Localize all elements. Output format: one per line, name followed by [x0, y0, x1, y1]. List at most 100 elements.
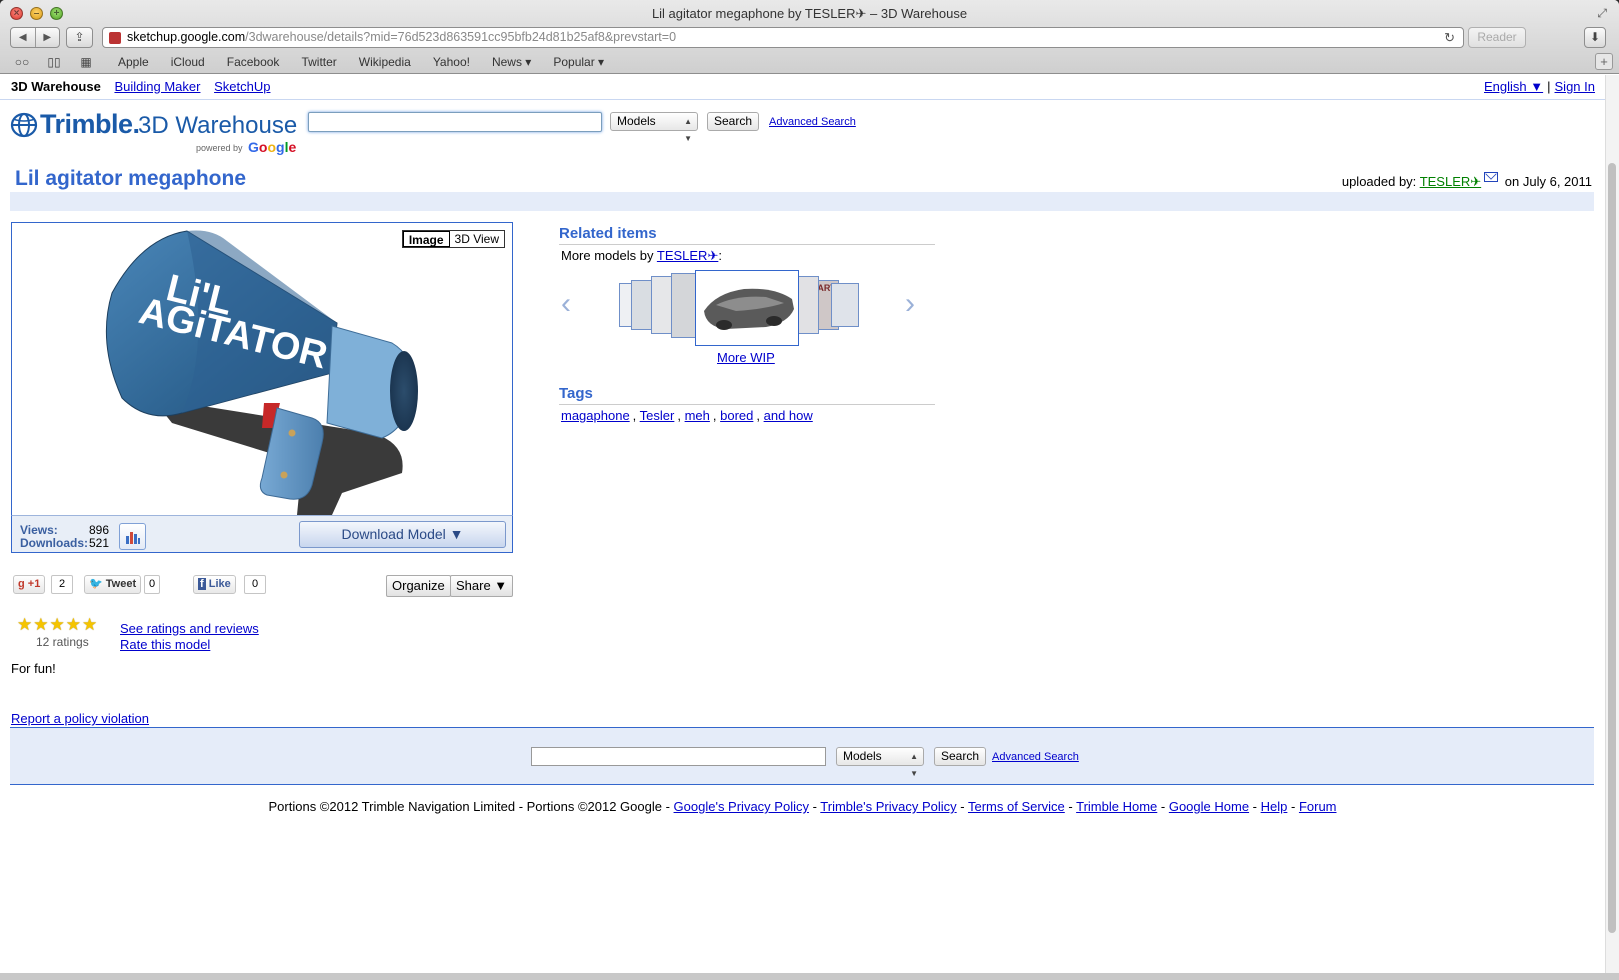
footer-category-select[interactable]: Models ▲ ▼ [836, 747, 924, 778]
search-category-value: Models [617, 114, 656, 128]
views-label: Views: [20, 523, 58, 537]
share-button[interactable]: Share ▼ [450, 575, 514, 597]
report-violation-link[interactable]: Report a policy violation [11, 711, 149, 726]
ratings-count: 12 ratings [36, 635, 89, 649]
trimble-privacy-link[interactable]: Trimble's Privacy Policy [820, 799, 956, 814]
tweet-button[interactable]: 🐦 Tweet [84, 575, 142, 594]
uploaded-by: uploaded by: TESLER✈ on July 6, 2011 [1341, 172, 1592, 190]
scrollbar-thumb[interactable] [1608, 163, 1616, 933]
featured-related-link[interactable]: More WIP [717, 350, 775, 365]
google-plus-count: 2 [51, 575, 73, 594]
bookmarks-bar: ○○ ▯▯ ▦ Apple iCloud Facebook Twitter Wi… [0, 51, 1619, 73]
mail-icon[interactable] [1484, 172, 1499, 182]
model-preview: Image 3D View Li'L AGiTATOR [11, 222, 513, 553]
related-thumb-featured[interactable] [695, 270, 799, 346]
address-bar[interactable]: sketchup.google.com/3dwarehouse/details?… [102, 27, 1464, 48]
car-thumbnail [704, 288, 794, 330]
footer-advanced-search-link[interactable]: Advanced Search [992, 751, 1079, 763]
select-arrow-icon: ▲ ▼ [910, 752, 918, 778]
search-input[interactable] [308, 112, 602, 132]
vertical-scrollbar[interactable] [1605, 75, 1619, 980]
stats-chart-button[interactable] [119, 523, 146, 550]
model-description: For fun! [11, 661, 56, 676]
new-tab-plus-icon[interactable]: + [1595, 53, 1613, 70]
tag-link[interactable]: magaphone [561, 408, 630, 423]
bookmark-popular-folder[interactable]: Popular ▾ [553, 55, 604, 69]
search-category-select[interactable]: Models ▲ ▼ [610, 112, 698, 143]
help-link[interactable]: Help [1261, 799, 1288, 814]
bookmark-yahoo[interactable]: Yahoo! [433, 55, 470, 69]
tag-link[interactable]: meh [685, 408, 710, 423]
google-home-link[interactable]: Google Home [1169, 799, 1249, 814]
carousel-next-arrow-icon[interactable]: › [905, 287, 915, 321]
uploaded-by-label: uploaded by: [1341, 174, 1417, 189]
bookmark-facebook[interactable]: Facebook [227, 55, 280, 69]
bookmark-news-folder[interactable]: News ▾ [492, 55, 531, 69]
back-button[interactable]: ◀ [11, 28, 36, 47]
top-sites-grid-icon[interactable]: ▦ [76, 55, 96, 69]
tweet-label: Tweet [105, 578, 137, 590]
language-selector[interactable]: English ▼ [1484, 79, 1543, 94]
tag-separator: , [756, 408, 764, 423]
bookmark-twitter[interactable]: Twitter [301, 55, 336, 69]
carousel-prev-arrow-icon[interactable]: ‹ [561, 287, 571, 321]
related-thumb[interactable] [831, 283, 859, 327]
fullscreen-icon[interactable]: ⤢ [1597, 6, 1607, 21]
downloads-button[interactable]: ⬇ [1584, 27, 1606, 48]
sign-in-link[interactable]: Sign In [1555, 79, 1595, 94]
separator: | [1547, 79, 1551, 94]
facebook-like-button[interactable]: f Like [193, 575, 236, 594]
bookmarks-book-icon[interactable]: ▯▯ [44, 55, 64, 69]
tag-link[interactable]: and how [764, 408, 813, 423]
rate-model-link[interactable]: Rate this model [120, 637, 210, 652]
see-ratings-link[interactable]: See ratings and reviews [120, 621, 259, 636]
url-path: /3dwarehouse/details?mid=76d523d863591cc… [245, 30, 677, 44]
reader-button[interactable]: Reader [1468, 27, 1526, 48]
model-stats-bar: Views: 896 Downloads: 521 Download Model… [11, 515, 513, 553]
footer-search-input[interactable] [531, 747, 826, 766]
uploader-link[interactable]: TESLER✈ [1420, 174, 1481, 189]
nav-building-maker[interactable]: Building Maker [114, 79, 200, 94]
page-title: Lil agitator megaphone [15, 167, 247, 190]
trimble-home-link[interactable]: Trimble Home [1076, 799, 1157, 814]
window-bottom-edge [0, 973, 1619, 980]
plus-one-label: +1 [27, 578, 41, 590]
share-page-button[interactable]: ⇪ [66, 27, 93, 48]
logo-google: Google [248, 139, 297, 155]
google-plus-one-button[interactable]: g +1 [13, 575, 46, 594]
tag-link[interactable]: bored [720, 408, 753, 423]
footer-links: Portions ©2012 Trimble Navigation Limite… [268, 799, 1337, 814]
related-carousel: ‹ ARY › More WIP [559, 270, 935, 365]
downloads-label: Downloads: [20, 536, 88, 550]
google-privacy-link[interactable]: Google's Privacy Policy [674, 799, 809, 814]
top-navigation: 3D Warehouse Building Maker SketchUp [11, 79, 280, 94]
reload-icon[interactable]: ↻ [1444, 28, 1455, 47]
related-items-heading: Related items [559, 225, 935, 245]
terms-link[interactable]: Terms of Service [968, 799, 1065, 814]
download-model-button[interactable]: Download Model ▼ [299, 521, 506, 548]
bookmark-apple[interactable]: Apple [118, 55, 149, 69]
nav-sketchup[interactable]: SketchUp [214, 79, 270, 94]
advanced-search-link[interactable]: Advanced Search [769, 116, 856, 128]
more-by-label: More models by [561, 248, 654, 263]
footer-category-value: Models [843, 749, 882, 763]
like-count: 0 [244, 575, 266, 594]
forum-link[interactable]: Forum [1299, 799, 1337, 814]
bookmark-wikipedia[interactable]: Wikipedia [359, 55, 411, 69]
reading-list-icon[interactable]: ○○ [12, 55, 32, 69]
web-page: 3D Warehouse Building Maker SketchUp Eng… [0, 75, 1605, 980]
bookmark-icloud[interactable]: iCloud [171, 55, 205, 69]
share-icon: ⇪ [74, 30, 85, 44]
forward-button[interactable]: ▶ [36, 28, 60, 47]
rating-stars[interactable]: ★★★★★ [17, 615, 98, 635]
organize-button[interactable]: Organize [386, 575, 451, 597]
tag-link[interactable]: Tesler [640, 408, 675, 423]
divider [0, 99, 1605, 100]
window-title: Lil agitator megaphone by TESLER✈ – 3D W… [651, 6, 968, 21]
megaphone-image: Li'L AGiTATOR [105, 230, 418, 515]
more-by-user-link[interactable]: TESLER✈ [657, 248, 718, 263]
footer-search-button[interactable]: Search [934, 747, 986, 766]
search-button[interactable]: Search [707, 112, 759, 131]
more-by-colon: : [718, 248, 722, 263]
trimble-3d-warehouse-logo[interactable]: Trimble. 3D Warehouse powered by Google [10, 109, 300, 157]
